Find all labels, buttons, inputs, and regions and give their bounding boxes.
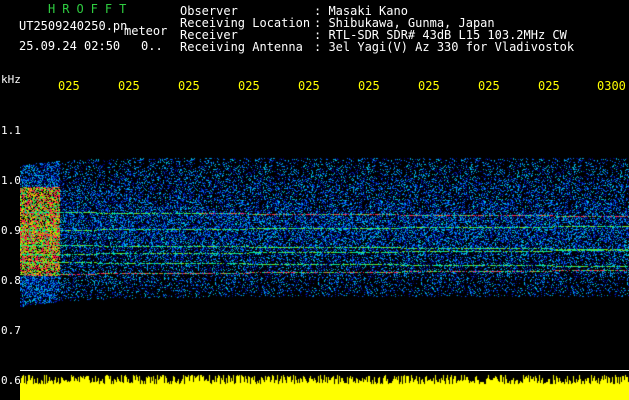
y-tick-1-1: 1.1 — [1, 124, 21, 137]
x-tick: 025 — [58, 79, 80, 93]
x-tick: 025 — [418, 79, 440, 93]
y-tick-0-6: 0.6 — [1, 374, 21, 387]
x-tick: 0300 — [597, 79, 626, 93]
x-tick: 025 — [538, 79, 560, 93]
x-tick: 025 — [178, 79, 200, 93]
spectrogram — [20, 96, 629, 368]
y-tick-0-8: 0.8 — [1, 274, 21, 287]
antenna-value: : 3el Yagi(V) Az 330 for Vladivostok — [314, 40, 575, 54]
amplitude-graph — [20, 372, 629, 400]
y-tick-0-7: 0.7 — [1, 324, 21, 337]
meteor-label: meteor — [124, 24, 168, 38]
frequency-unit: kHz — [1, 73, 21, 86]
file-name: UT2509240250.pn — [19, 19, 128, 33]
capture-datetime: 25.09.24 02:50 — [19, 39, 121, 53]
y-tick-1-0: 1.0 — [1, 174, 21, 187]
amplitude-separator — [20, 370, 629, 371]
x-tick: 025 — [478, 79, 500, 93]
meteor-count: 0.. — [141, 39, 163, 53]
app-brand: HROFFT — [48, 2, 134, 16]
x-tick: 025 — [358, 79, 380, 93]
antenna-label: Receiving Antenna — [180, 40, 303, 54]
x-tick: 025 — [298, 79, 320, 93]
y-tick-0-9: 0.9 — [1, 224, 21, 237]
x-tick: 025 — [238, 79, 260, 93]
x-tick: 025 — [118, 79, 140, 93]
